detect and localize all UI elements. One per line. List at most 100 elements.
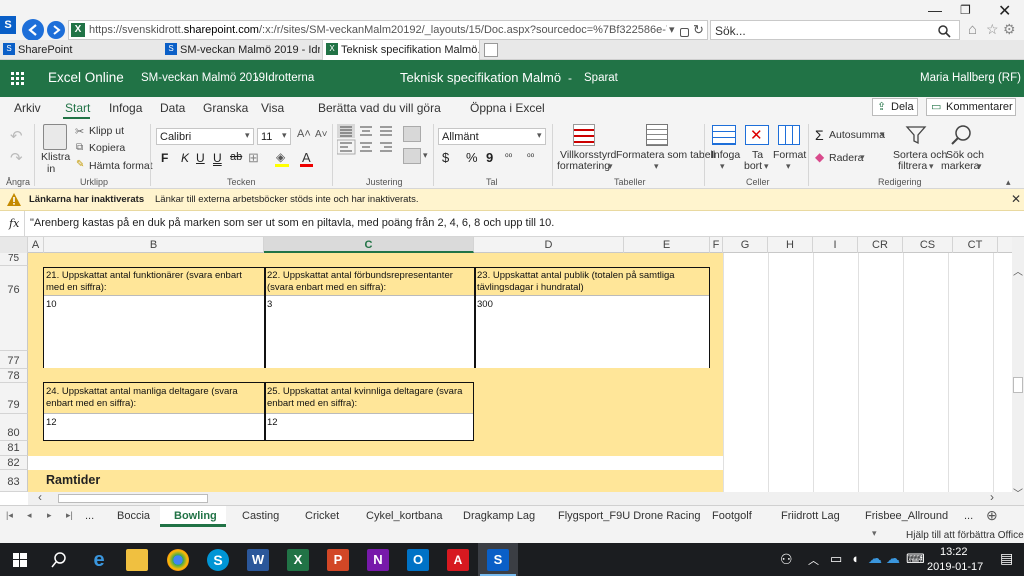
scroll-right-icon[interactable]: › [990, 490, 994, 504]
function-icon[interactable]: fx [9, 217, 19, 230]
question-24[interactable]: 24. Uppskattat antal manliga deltagare (… [44, 384, 264, 412]
dropdown-icon[interactable]: ▾ [669, 23, 675, 36]
percent-icon[interactable]: % [466, 150, 478, 165]
new-tab-button[interactable] [484, 43, 498, 57]
sort-filter-icon[interactable] [905, 124, 927, 146]
address-bar[interactable]: X https://svenskidrott.sharepoint.com/:x… [68, 20, 708, 40]
format-cells-icon[interactable] [778, 125, 800, 145]
more-sheets-right[interactable]: ... [964, 510, 973, 522]
app-name[interactable]: Excel Online [48, 70, 124, 85]
format-painter-button[interactable]: Hämta format [89, 160, 153, 172]
onedrive-cloud-icon[interactable]: ☁ [868, 550, 882, 567]
row-header[interactable]: 83 [0, 470, 28, 492]
favorites-star-icon[interactable]: ☆ [986, 21, 999, 38]
clock-time[interactable]: 13:22 [940, 546, 968, 558]
share-button[interactable]: ⇪ Dela [872, 98, 918, 116]
tab-granska[interactable]: Granska [203, 101, 248, 115]
column-header[interactable]: CR [858, 237, 903, 253]
next-sheet-icon[interactable]: ▸ [47, 510, 52, 521]
italic-icon[interactable]: K [181, 151, 189, 165]
formula-input[interactable]: "Arenberg kastas på en duk på marken som… [30, 217, 554, 229]
autosum-button[interactable]: Autosumma [829, 129, 885, 141]
cut-button[interactable]: Klipp ut [89, 125, 124, 137]
tell-me-search[interactable]: Berätta vad du vill göra [318, 101, 441, 115]
tab-data[interactable]: Data [160, 101, 185, 115]
show-hidden-icons-icon[interactable]: ︿ [808, 552, 819, 568]
sheet-tab-bowling-active[interactable]: Bowling [160, 506, 226, 527]
grow-font-icon[interactable]: A˄ [297, 128, 311, 140]
sheet-tab-casting[interactable]: Casting [242, 510, 279, 522]
column-header[interactable]: B [44, 237, 264, 253]
paste-label-2[interactable]: in [47, 163, 55, 175]
feedback-link[interactable]: Hjälp till att förbättra Office [906, 530, 1024, 541]
bold-icon[interactable]: F [161, 151, 168, 165]
shrink-font-icon[interactable]: A˅ [315, 129, 328, 140]
format-cells-button[interactable]: Format [773, 149, 806, 161]
close-message-icon[interactable]: ✕ [1011, 192, 1021, 206]
question-21[interactable]: 21. Uppskattat antal funktionärer (svara… [44, 268, 264, 296]
sheet-grid[interactable]: 75 76 77 78 79 80 81 82 83 21. Uppskatta… [0, 253, 1012, 492]
column-header[interactable]: CT [953, 237, 998, 253]
section-heading-ramtider[interactable]: Ramtider [46, 473, 100, 487]
open-in-excel-button[interactable]: Öppna i Excel [470, 101, 545, 115]
select-all-corner[interactable] [0, 237, 28, 253]
paste-label[interactable]: Klistra [41, 151, 70, 163]
document-title[interactable]: Teknisk specifikation Malmö [400, 70, 561, 85]
question-23[interactable]: 23. Uppskattat antal publik (totalen på … [475, 268, 709, 296]
add-sheet-icon[interactable]: ⊕ [986, 507, 998, 524]
sheet-tab-friidrott[interactable]: Friidrott Lag [781, 510, 840, 522]
row-header[interactable]: 77 [0, 351, 28, 369]
column-header[interactable]: G [723, 237, 768, 253]
row-header[interactable]: 76 [0, 266, 28, 351]
sheet-tab-dragkamp[interactable]: Dragkamp Lag [463, 510, 535, 522]
undo-icon[interactable]: ↶ [10, 127, 23, 145]
powerpoint-icon[interactable]: P [327, 549, 349, 571]
font-color-icon[interactable]: A [302, 150, 311, 165]
minimize-icon[interactable]: — [928, 2, 942, 18]
number-format-select[interactable]: Allmänt ▾ [438, 128, 546, 145]
row-header[interactable]: 79 [0, 383, 28, 414]
windows-start-icon[interactable] [13, 553, 27, 567]
redo-icon[interactable]: ↷ [10, 149, 23, 167]
font-name-select[interactable]: Calibri ▾ [156, 128, 254, 145]
answer-22[interactable]: 3 [265, 297, 474, 313]
chrome-icon[interactable] [167, 549, 189, 571]
tab-teknisk-spec[interactable]: X Teknisk specifikation Malmö... [322, 40, 480, 60]
column-header[interactable]: E [624, 237, 710, 253]
forward-button[interactable] [47, 21, 65, 39]
sheet-tab-footgolf[interactable]: Footgolf [712, 510, 752, 522]
tab-sm-veckan[interactable]: S SM-veckan Malmö 2019 - Idrot... [162, 40, 320, 60]
sort-filter-label-2[interactable]: filtrera [898, 160, 927, 172]
search-icon[interactable] [937, 24, 951, 38]
collapse-ribbon-icon[interactable]: ▴ [1006, 177, 1011, 188]
network-icon[interactable]: ▭ [830, 551, 842, 567]
gear-icon[interactable]: ⚙ [1003, 21, 1016, 38]
clock-date[interactable]: 2019-01-17 [927, 561, 983, 573]
sheet-tab-cricket[interactable]: Cricket [305, 510, 339, 522]
question-22[interactable]: 22. Uppskattat antal förbundsrepresentan… [265, 268, 474, 296]
row-header[interactable]: 78 [0, 369, 28, 383]
scroll-up-icon[interactable]: ︿ [1013, 263, 1023, 278]
tab-infoga[interactable]: Infoga [109, 101, 142, 115]
column-header-selected[interactable]: C [264, 237, 474, 253]
onenote-icon[interactable]: N [367, 549, 389, 571]
clear-button[interactable]: Radera [829, 152, 863, 164]
search-icon[interactable] [51, 552, 67, 568]
tab-visa[interactable]: Visa [261, 101, 284, 115]
prev-sheet-icon[interactable]: ◂ [27, 510, 32, 521]
outlook-icon[interactable]: O [407, 549, 429, 571]
volume-icon[interactable]: ◖ [851, 551, 859, 566]
tab-sharepoint[interactable]: S SharePoint [0, 40, 160, 60]
last-sheet-icon[interactable]: ▸| [66, 510, 73, 521]
answer-23[interactable]: 300 [475, 297, 709, 313]
sheet-tab-boccia[interactable]: Boccia [117, 510, 150, 522]
format-as-table-icon[interactable] [646, 124, 668, 146]
excel-icon[interactable]: X [287, 549, 309, 571]
conditional-formatting-icon[interactable] [573, 124, 595, 146]
people-icon[interactable]: ⚇ [780, 551, 793, 568]
app-launcher-icon[interactable] [11, 72, 25, 86]
refresh-icon[interactable]: ↻ [693, 22, 704, 38]
row-header[interactable]: 75 [0, 253, 28, 266]
insert-cells-icon[interactable] [712, 125, 736, 145]
answer-25[interactable]: 12 [265, 415, 473, 431]
